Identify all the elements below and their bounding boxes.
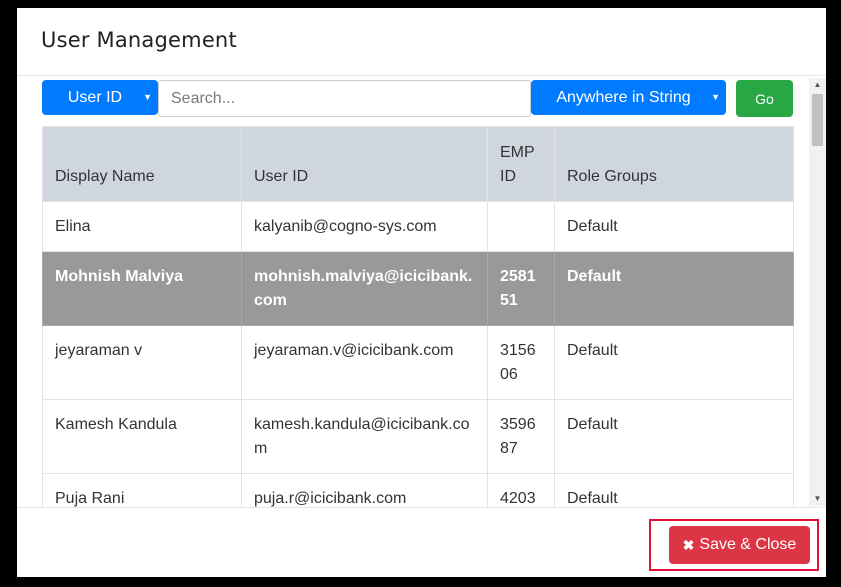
table-row[interactable]: Elina kalyanib@cogno-sys.com Default	[42, 201, 794, 252]
modal-footer: ✖ Save & Close	[17, 507, 826, 577]
table-header-row: Display Name User ID EMP ID Role Groups	[42, 126, 794, 202]
table-row[interactable]: Puja Rani puja.r@icicibank.com 4203 Defa…	[42, 473, 794, 508]
column-header-emp-id[interactable]: EMP ID	[487, 126, 555, 202]
cell-role-groups: Default	[554, 251, 794, 326]
user-management-modal: User Management User ID ▼ Anywhere in St…	[17, 8, 826, 577]
cell-emp-id: 315606	[487, 325, 555, 400]
search-input[interactable]	[158, 80, 531, 117]
cell-user-id: kamesh.kandula@icicibank.com	[241, 399, 488, 474]
cell-display-name: Puja Rani	[42, 473, 242, 508]
search-field-dropdown[interactable]: User ID ▼	[42, 80, 158, 115]
cell-emp-id: 4203	[487, 473, 555, 508]
users-table-container: Display Name User ID EMP ID Role Groups …	[42, 126, 794, 508]
cell-user-id: mohnish.malviya@icicibank.com	[241, 251, 488, 326]
cell-user-id: jeyaraman.v@icicibank.com	[241, 325, 488, 400]
cell-display-name: Kamesh Kandula	[42, 399, 242, 474]
cell-emp-id-text: 258151	[500, 268, 536, 309]
cell-emp-id-text: 4203	[500, 490, 536, 507]
cell-user-id: kalyanib@cogno-sys.com	[241, 201, 488, 252]
cell-emp-id	[487, 201, 555, 252]
x-icon: ✖	[682, 536, 695, 553]
column-header-user-id[interactable]: User ID	[241, 126, 488, 202]
cell-emp-id-text: 359687	[500, 416, 536, 457]
cell-user-id-text: kamesh.kandula@icicibank.com	[254, 416, 470, 457]
modal-body: User ID ▼ Anywhere in String ▼ Go Displa…	[17, 75, 826, 508]
cell-emp-id: 258151	[487, 251, 555, 326]
table-row[interactable]: jeyaraman v jeyaraman.v@icicibank.com 31…	[42, 325, 794, 400]
save-and-close-label: Save & Close	[699, 536, 797, 553]
cell-display-name: jeyaraman v	[42, 325, 242, 400]
column-header-emp-id-label: EMP ID	[500, 144, 535, 185]
scrollbar-thumb[interactable]	[812, 94, 823, 146]
scroll-up-arrow-icon[interactable]: ▲	[809, 78, 826, 92]
column-header-display-name[interactable]: Display Name	[42, 126, 242, 202]
cell-user-id-text: jeyaraman.v@icicibank.com	[254, 342, 454, 359]
cell-display-name: Elina	[42, 201, 242, 252]
cell-emp-id: 359687	[487, 399, 555, 474]
column-header-role-groups[interactable]: Role Groups	[554, 126, 794, 202]
table-row-selected[interactable]: Mohnish Malviya mohnish.malviya@iciciban…	[42, 251, 794, 326]
vertical-scrollbar[interactable]: ▲ ▼	[809, 78, 826, 506]
table-row[interactable]: Kamesh Kandula kamesh.kandula@icicibank.…	[42, 399, 794, 474]
cell-emp-id-text: 315606	[500, 342, 536, 383]
save-and-close-button[interactable]: ✖ Save & Close	[669, 526, 810, 564]
cell-role-groups: Default	[554, 201, 794, 252]
caret-down-icon: ▼	[711, 92, 720, 102]
cell-role-groups: Default	[554, 473, 794, 508]
modal-title: User Management	[41, 28, 237, 52]
cell-user-id: puja.r@icicibank.com	[241, 473, 488, 508]
cell-user-id-text: mohnish.malviya@icicibank.com	[254, 268, 473, 309]
cell-role-groups: Default	[554, 399, 794, 474]
users-table: Display Name User ID EMP ID Role Groups …	[42, 126, 794, 508]
cell-user-id-text: kalyanib@cogno-sys.com	[254, 218, 437, 235]
cell-role-groups: Default	[554, 325, 794, 400]
scroll-down-arrow-icon[interactable]: ▼	[809, 492, 826, 506]
match-mode-dropdown[interactable]: Anywhere in String ▼	[531, 80, 726, 115]
search-toolbar: User ID ▼ Anywhere in String ▼ Go	[42, 80, 793, 117]
go-button[interactable]: Go	[736, 80, 793, 117]
match-mode-label: Anywhere in String	[556, 88, 691, 106]
caret-down-icon: ▼	[143, 92, 152, 102]
search-field-label: User ID	[67, 88, 123, 106]
cell-display-name: Mohnish Malviya	[42, 251, 242, 326]
cell-user-id-text: puja.r@icicibank.com	[254, 490, 407, 507]
